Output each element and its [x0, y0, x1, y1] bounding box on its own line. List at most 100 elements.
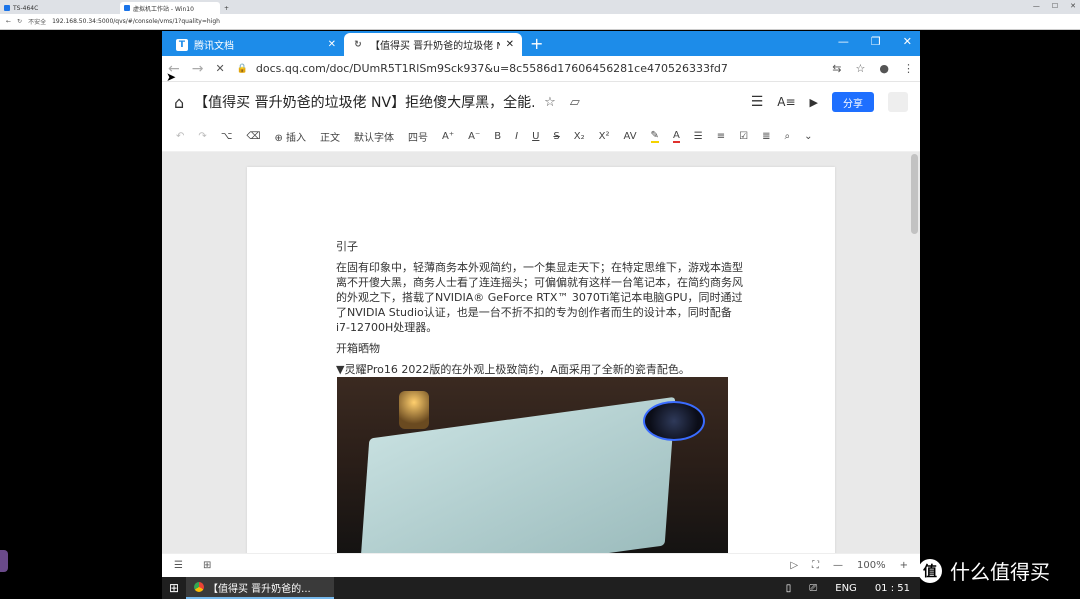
tab-close-icon[interactable]: ✕: [506, 39, 514, 50]
watermark-text: 什么值得买: [950, 560, 1050, 584]
zoom-out-icon[interactable]: —: [833, 560, 843, 571]
underline-icon[interactable]: U: [532, 131, 539, 142]
doc-title[interactable]: 【值得买 晋升奶爸的垃圾佬 NV】拒绝傻大厚黑，全能...: [194, 92, 534, 112]
host-tab-strip: TS-464C 虚拟机工作站 - Win10 + — ☐ ✕: [0, 0, 1080, 14]
clock[interactable]: 01 : 51: [875, 583, 910, 594]
host-tab-favicon-icon: [4, 5, 10, 11]
vm-window-controls: — ❐ ✕: [838, 35, 912, 48]
language-indicator[interactable]: ENG: [835, 583, 857, 594]
outline-icon[interactable]: ☰: [174, 560, 183, 571]
restore-icon[interactable]: ❐: [871, 35, 881, 48]
format-painter-icon[interactable]: ⌥: [221, 131, 233, 142]
host-tab-label: 虚拟机工作站 - Win10: [133, 5, 194, 13]
avatar[interactable]: [888, 92, 908, 112]
doc-page[interactable]: 引子 在固有印象中，轻薄商务本外观简约，一个集显走天下；在特定思维下，游戏本造型…: [247, 167, 835, 553]
network-icon[interactable]: ⎚: [809, 583, 817, 594]
bullet-list-icon[interactable]: ☰: [694, 131, 703, 142]
doc-status-bar: ☰ ⊞ ▷ ⛶ — 100% +: [162, 553, 920, 577]
vertical-scrollbar[interactable]: [911, 154, 918, 234]
doc-body[interactable]: 引子 在固有印象中，轻薄商务本外观简约，一个集显走天下；在特定思维下，游戏本造型…: [336, 239, 744, 383]
present-icon[interactable]: ▶: [810, 96, 818, 109]
minimize-icon[interactable]: —: [1033, 2, 1040, 10]
ruler-icon[interactable]: ⊞: [203, 560, 211, 571]
font-select[interactable]: 默认字体: [354, 129, 394, 144]
bookmark-star-icon[interactable]: ☆: [856, 62, 866, 75]
zoom-controls: ▷ ⛶ — 100% +: [790, 560, 908, 571]
chrome-icon: [194, 582, 204, 592]
font-smaller-icon[interactable]: A⁻: [468, 131, 480, 142]
zoom-level[interactable]: 100%: [857, 560, 886, 571]
star-icon[interactable]: ☆: [544, 95, 556, 110]
close-icon[interactable]: ✕: [903, 35, 912, 48]
menu-icon[interactable]: ☰: [751, 94, 764, 110]
laptop-photo[interactable]: [337, 377, 728, 553]
host-url[interactable]: 192.168.50.34:5000/qvs/#/console/vms/1?q…: [52, 18, 220, 25]
doc-canvas[interactable]: 引子 在固有印象中，轻薄商务本外观简约，一个集显走天下；在特定思维下，游戏本造型…: [162, 152, 920, 553]
expand-toolbar-icon[interactable]: ⌄: [804, 131, 812, 142]
profile-icon[interactable]: ●: [879, 62, 889, 75]
windows-start-icon[interactable]: ⊞: [162, 581, 186, 595]
host-address-bar[interactable]: ← ↻ 不安全 192.168.50.34:5000/qvs/#/console…: [0, 14, 1080, 30]
vm-tab-article[interactable]: ↻ 【值得买 晋升奶爸的垃圾佬 NV】 ✕: [344, 33, 522, 56]
translate-icon[interactable]: ⇆: [832, 62, 841, 75]
reload-icon[interactable]: ↻: [17, 18, 22, 25]
format-toolbar: ↶ ↷ ⌥ ⌫ ⊕ 插入 正文 默认字体 四号 A⁺ A⁻ B I U S X₂…: [162, 122, 920, 152]
bold-icon[interactable]: B: [494, 131, 501, 142]
section-heading: 引子: [336, 240, 358, 253]
system-tray: ▯ ⎚ ENG 01 : 51: [786, 583, 920, 594]
address-bar-actions: ⇆ ☆ ● ⋮: [832, 62, 914, 75]
doc-header: ⌂ 【值得买 晋升奶爸的垃圾佬 NV】拒绝傻大厚黑，全能... ☆ ▱ ☰ A≡…: [162, 82, 920, 122]
maximize-icon[interactable]: ☐: [1052, 2, 1058, 10]
fit-page-icon[interactable]: ⛶: [812, 560, 819, 571]
stop-icon[interactable]: ✕: [215, 62, 224, 75]
play-icon[interactable]: ▷: [790, 560, 798, 571]
strikethrough-icon[interactable]: S: [553, 131, 559, 142]
host-tab-active[interactable]: 虚拟机工作站 - Win10: [120, 2, 220, 14]
image-caption: ▼灵耀Pro16 2022版的在外观上极致简约，A面采用了全新的瓷青配色。: [336, 363, 690, 376]
taskbar-chrome-item[interactable]: 【值得买 晋升奶爸的...: [186, 577, 334, 599]
share-button[interactable]: 分享: [832, 92, 874, 112]
forward-icon[interactable]: →: [192, 61, 204, 77]
usb-icon[interactable]: ▯: [786, 583, 792, 594]
numbered-list-icon[interactable]: ≡: [717, 131, 725, 142]
eraser-icon[interactable]: ⌫: [246, 131, 260, 142]
doc-header-right: ☰ A≡ ▶ 分享: [751, 92, 908, 112]
highlight-icon[interactable]: ✎: [650, 130, 659, 143]
zoom-in-icon[interactable]: +: [900, 560, 908, 571]
side-handle[interactable]: [0, 550, 8, 572]
loading-icon: ↻: [354, 39, 362, 50]
section-heading: 开箱晒物: [336, 342, 380, 355]
search-icon[interactable]: ⌕: [785, 131, 791, 142]
home-icon[interactable]: ⌂: [174, 93, 184, 112]
back-icon[interactable]: ←: [6, 18, 11, 25]
tab-close-icon[interactable]: ✕: [328, 39, 336, 50]
align-icon[interactable]: ≣: [762, 131, 770, 142]
superscript-icon[interactable]: X²: [599, 131, 610, 142]
doc-title-actions: ☆ ▱: [544, 95, 580, 110]
checklist-icon[interactable]: ☑: [739, 131, 748, 142]
host-new-tab-button[interactable]: +: [220, 2, 233, 14]
close-icon[interactable]: ✕: [1070, 2, 1076, 10]
tab-label: 【值得买 晋升奶爸的垃圾佬 NV】: [370, 41, 500, 52]
new-tab-button[interactable]: +: [522, 34, 551, 56]
italic-icon[interactable]: I: [515, 131, 518, 142]
tag-icon[interactable]: ▱: [570, 95, 580, 110]
font-size-select[interactable]: 四号: [408, 129, 428, 144]
minimize-icon[interactable]: —: [838, 35, 849, 48]
insert-button[interactable]: ⊕ 插入: [274, 129, 306, 144]
tencent-docs-icon: T: [176, 38, 188, 51]
menu-icon[interactable]: ⋮: [903, 62, 914, 75]
paragraph-style-select[interactable]: 正文: [320, 129, 340, 144]
redo-icon[interactable]: ↷: [198, 131, 206, 142]
font-bigger-icon[interactable]: A⁺: [442, 131, 454, 142]
letter-spacing-icon[interactable]: AV: [624, 131, 637, 142]
subscript-icon[interactable]: X₂: [574, 131, 585, 142]
smzdm-logo-icon: 值: [918, 558, 942, 583]
vm-tab-tencent-docs[interactable]: T 腾讯文档 ✕: [168, 33, 344, 56]
font-settings-icon[interactable]: A≡: [777, 95, 795, 109]
undo-icon[interactable]: ↶: [176, 131, 184, 142]
url-field[interactable]: 🔒 docs.qq.com/doc/DUmR5T1RlSm9Sck937&u=8…: [237, 62, 821, 75]
lamp-shape: [399, 391, 429, 429]
host-tab[interactable]: TS-464C: [0, 2, 120, 14]
font-color-icon[interactable]: A: [672, 130, 680, 143]
